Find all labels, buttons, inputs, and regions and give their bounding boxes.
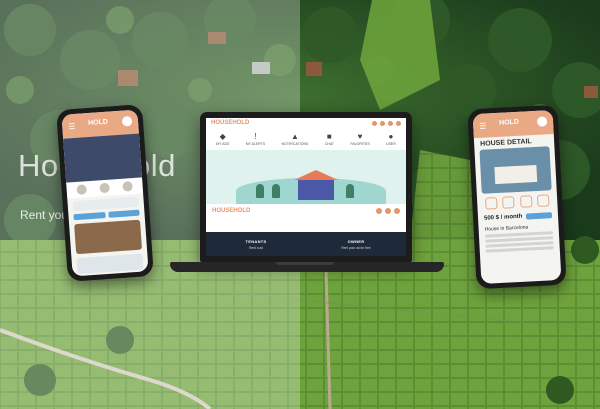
left-phone-screen: ☰ HOLD (61, 109, 149, 277)
right-phone-mockup: ☰ HOLD HOUSE DETAIL 500 $ / month House … (467, 104, 567, 290)
user-icon: ● (388, 132, 394, 141)
laptop-brand-row: HOUSEHOLD (206, 204, 406, 218)
laptop-screen: HOUSEHOLD ◆ MY ADS ! MY ALERTS ▲ NOTIFIC… (206, 118, 406, 256)
laptop-mockup: HOUSEHOLD ◆ MY ADS ! MY ALERTS ▲ NOTIFIC… (200, 112, 412, 262)
tree-shape (272, 184, 280, 198)
left-phone-buttons (73, 209, 140, 221)
house-description (479, 231, 560, 253)
left-phone-listing-card[interactable] (74, 219, 143, 255)
laptop-logo[interactable]: HOUSEHOLD (211, 120, 249, 126)
laptop-footer: TENANTS Rent a ad OWNER Rent your ad for… (206, 232, 406, 256)
laptop-top-icons (372, 120, 401, 126)
social-icon[interactable] (385, 208, 391, 214)
left-phone-button[interactable] (107, 209, 140, 218)
tenants-section[interactable]: TENANTS Rent a ad (206, 232, 306, 256)
right-phone-screen: ☰ HOLD HOUSE DETAIL 500 $ / month House … (472, 110, 562, 284)
category-icon[interactable] (121, 181, 133, 192)
nav-user[interactable]: ● USER (386, 132, 396, 146)
tenants-subtext: Rent a ad (249, 245, 263, 250)
heart-icon: ♥ (357, 132, 363, 141)
social-icon[interactable] (394, 208, 400, 214)
top-icon[interactable] (372, 120, 377, 126)
user-icon[interactable] (121, 115, 133, 127)
laptop-topbar: HOUSEHOLD (206, 118, 406, 128)
top-icon[interactable] (396, 120, 401, 126)
heart-icon[interactable] (537, 194, 550, 207)
nav-my-ads[interactable]: ◆ MY ADS (216, 132, 229, 146)
nav-label: MY ALERTS (245, 142, 266, 146)
laptop-nav: ◆ MY ADS ! MY ALERTS ▲ NOTIFICATIONS ■ C… (206, 128, 406, 148)
category-icon[interactable] (76, 184, 88, 195)
house-photo[interactable] (479, 146, 552, 194)
laptop-hero-illustration (206, 150, 406, 204)
nav-label: USER (386, 142, 396, 146)
nav-favorites[interactable]: ♥ FAVORITES (350, 132, 369, 146)
feature-icon (484, 197, 498, 210)
bell-icon: ▲ (290, 132, 299, 141)
tree-shape (256, 184, 264, 198)
alert-icon: ! (254, 132, 257, 141)
owner-subtext: Rent your ad for free (341, 245, 371, 250)
contact-button[interactable] (525, 212, 553, 220)
nav-label: MY ADS (216, 142, 230, 146)
nav-label: NOTIFICATIONS (281, 142, 309, 146)
menu-icon[interactable]: ☰ (479, 122, 487, 131)
social-icons (376, 208, 400, 214)
top-icon[interactable] (380, 120, 385, 126)
left-phone-listing-card[interactable] (76, 253, 144, 275)
nav-chat[interactable]: ■ CHAT (325, 132, 334, 146)
category-icon[interactable] (99, 182, 110, 194)
nav-label: FAVORITES (350, 142, 370, 146)
owner-heading: OWNER (347, 238, 365, 244)
chat-icon: ■ (326, 132, 332, 141)
laptop-brand: HOUSEHOLD (212, 208, 251, 214)
megaphone-icon: ◆ (219, 132, 226, 141)
tenants-heading: TENANTS (245, 238, 267, 244)
user-icon[interactable] (536, 116, 548, 127)
tree-shape (346, 184, 354, 198)
left-phone-button[interactable] (73, 212, 106, 221)
right-phone-logo: HOLD (498, 118, 520, 127)
left-phone-search[interactable] (72, 196, 140, 212)
house-feature-icons (482, 194, 553, 210)
top-icon[interactable] (388, 120, 393, 126)
left-phone-mockup: ☰ HOLD (56, 104, 154, 282)
owner-section[interactable]: OWNER Rent your ad for free (306, 232, 406, 256)
nav-label: CHAT (324, 142, 334, 146)
promo-scene: HouseHold Rent your own house. ☰ HOLD (0, 0, 600, 409)
feature-icon (519, 195, 533, 208)
left-phone-hero (63, 133, 143, 183)
price-label: 500 $ / month (483, 213, 523, 222)
nav-notifications[interactable]: ▲ NOTIFICATIONS (282, 132, 309, 146)
nav-my-alerts[interactable]: ! MY ALERTS (246, 132, 266, 146)
left-phone-logo: HOLD (87, 118, 109, 128)
right-phone-header: ☰ HOLD (472, 110, 554, 139)
laptop-base-notch (276, 262, 334, 265)
social-icon[interactable] (376, 208, 382, 214)
house-shape (298, 180, 334, 200)
house-photo-building (494, 164, 538, 185)
menu-icon[interactable]: ☰ (68, 122, 76, 131)
house-roof (294, 170, 338, 180)
feature-icon (502, 196, 515, 209)
